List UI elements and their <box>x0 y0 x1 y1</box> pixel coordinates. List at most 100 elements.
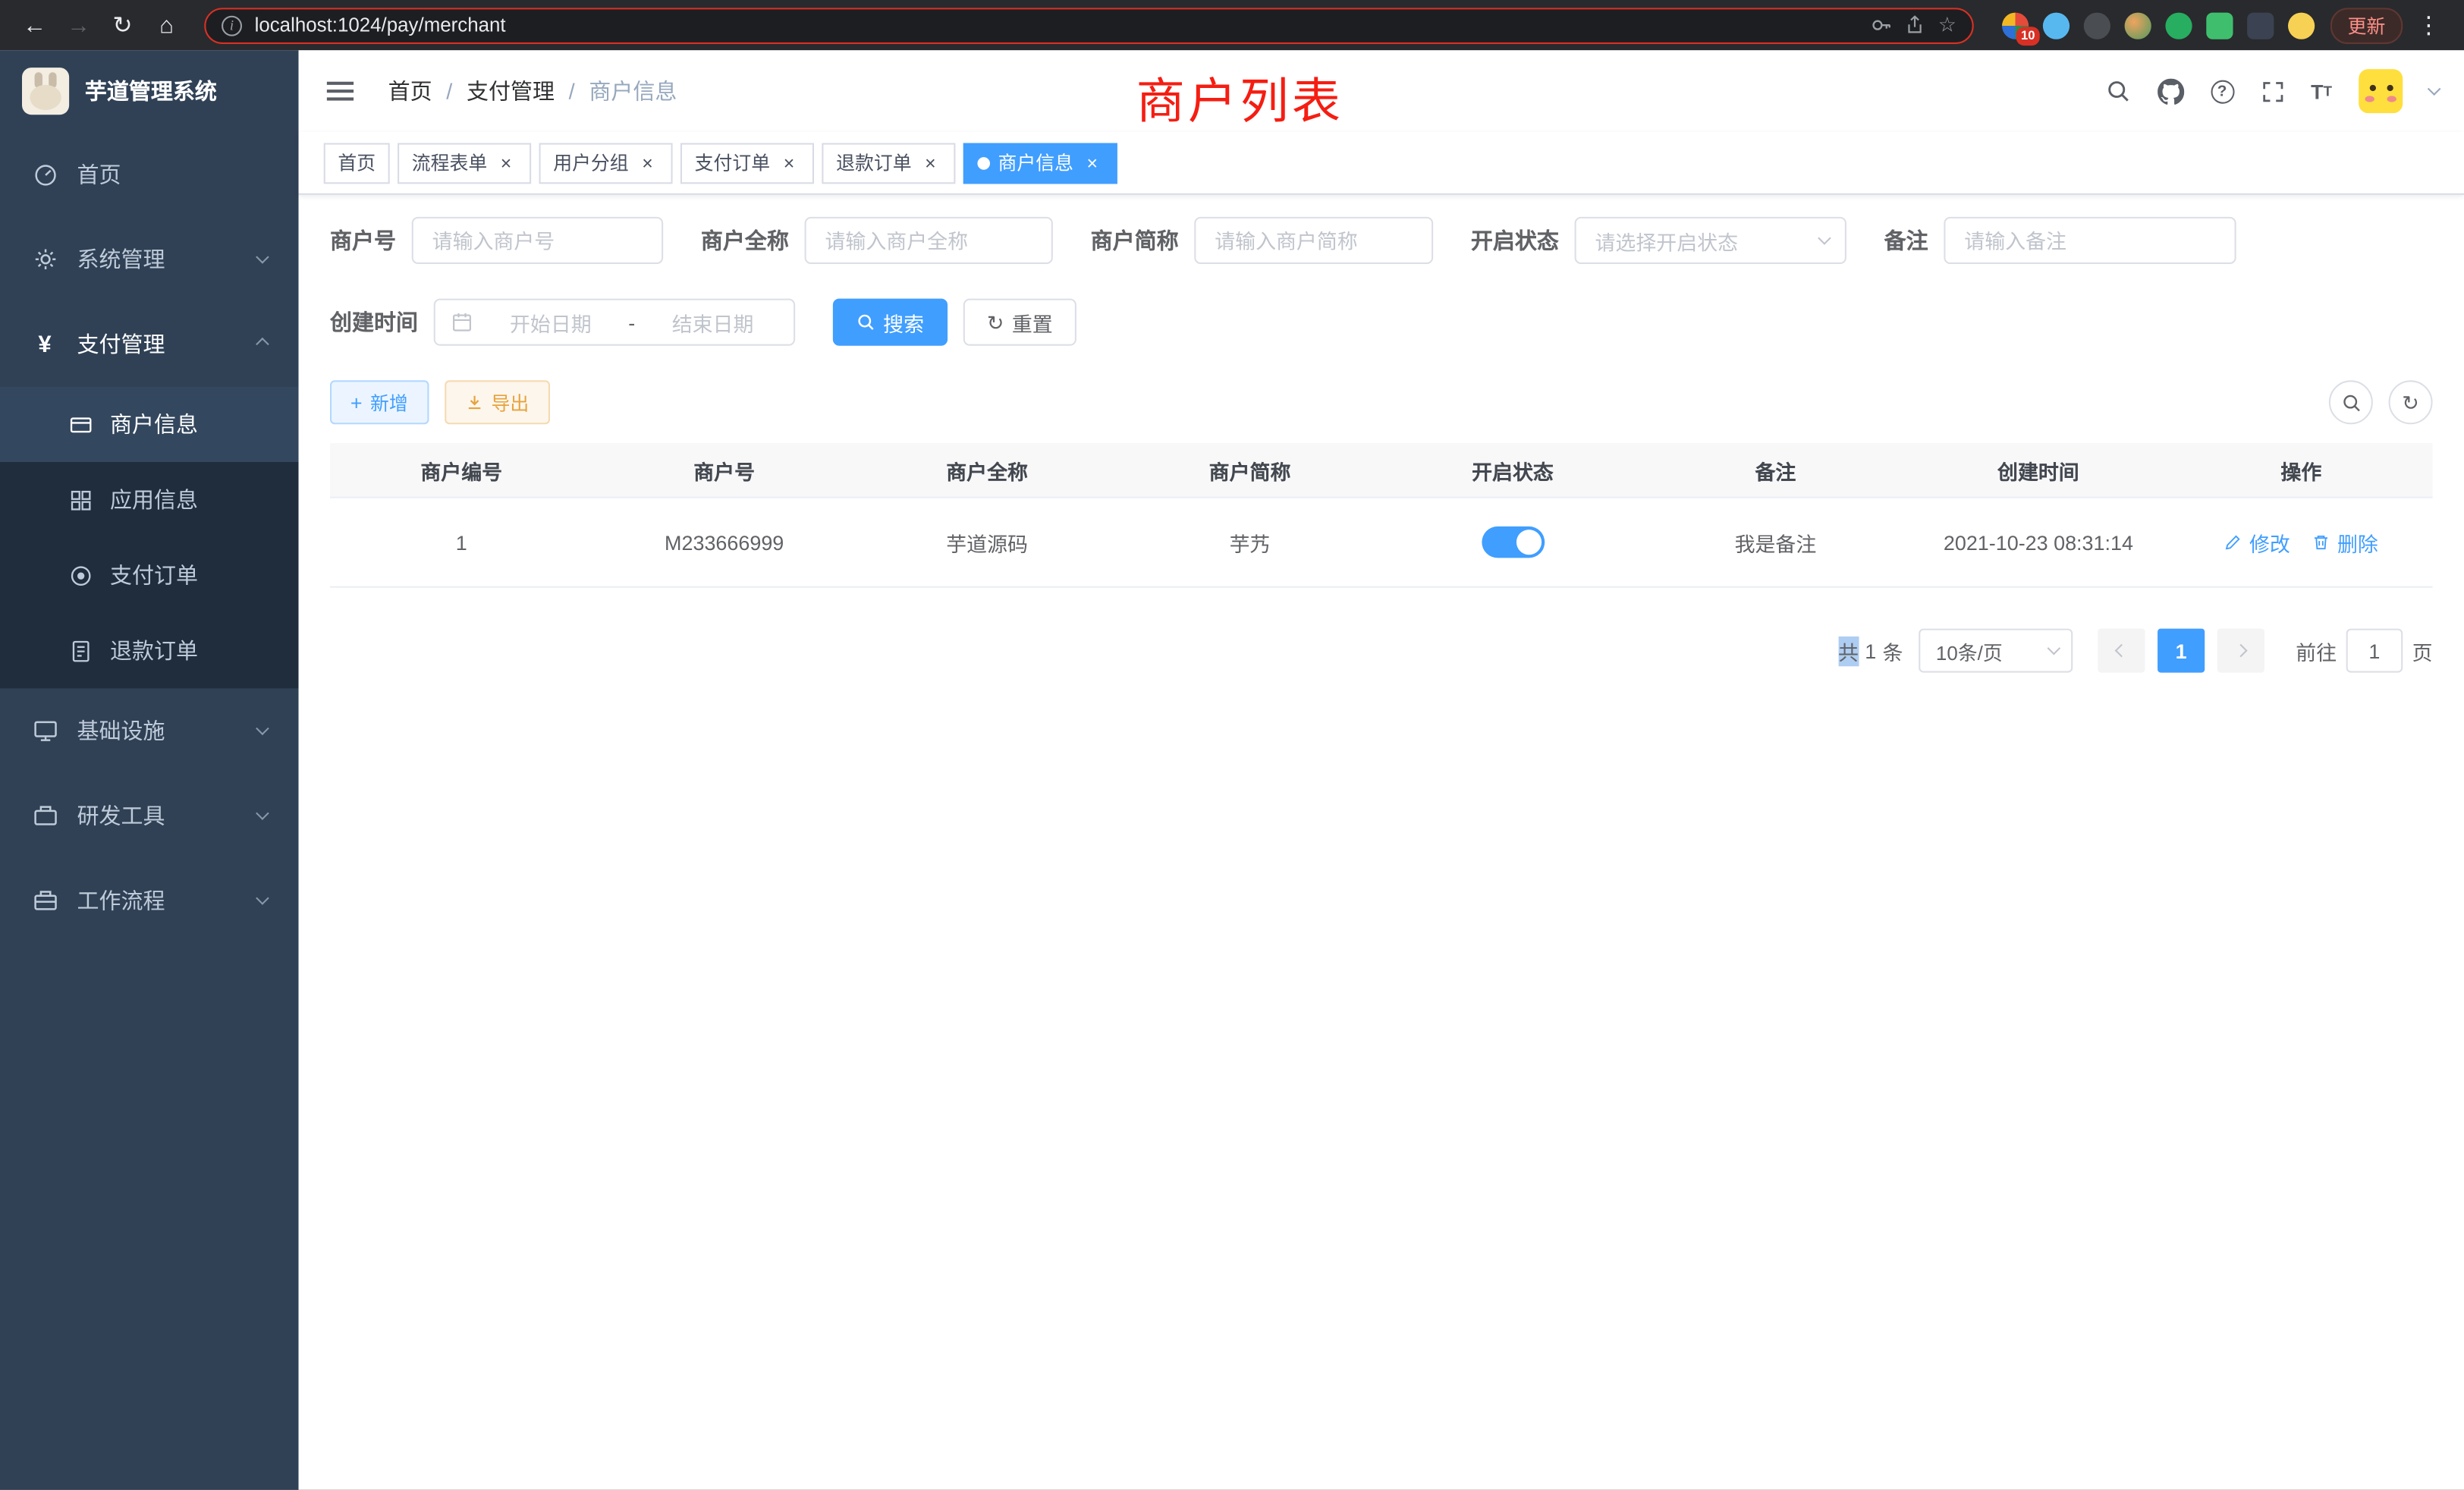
delete-link[interactable]: 删除 <box>2312 527 2378 557</box>
extension-icon-8[interactable] <box>2288 12 2315 39</box>
briefcase-icon <box>31 888 58 913</box>
sidebar-item-pay-orders[interactable]: 支付订单 <box>0 537 299 612</box>
cell-remark: 我是备注 <box>1644 498 1906 586</box>
sidebar-item-devtools[interactable]: 研发工具 <box>0 773 299 858</box>
export-button[interactable]: 导出 <box>444 380 549 424</box>
edit-link[interactable]: 修改 <box>2224 527 2290 557</box>
fullscreen-icon[interactable] <box>2261 80 2284 103</box>
trash-icon <box>2312 533 2331 552</box>
tags-view-bar: 首页 流程表单 × 用户分组 × 支付订单 × 退款订单 × <box>299 132 2464 195</box>
col-header: 商户简称 <box>1118 443 1381 496</box>
active-dot <box>978 156 991 169</box>
next-page-button[interactable] <box>2217 629 2264 673</box>
avatar-caret-icon[interactable] <box>2429 86 2438 96</box>
back-icon[interactable]: ← <box>16 6 54 44</box>
browser-menu-icon[interactable]: ⋮ <box>2409 11 2449 39</box>
chevron-down-icon <box>1818 231 1831 245</box>
tab-process-form[interactable]: 流程表单 × <box>398 142 531 183</box>
browser-update-button[interactable]: 更新 <box>2330 7 2403 43</box>
remark-input[interactable] <box>1944 217 2236 264</box>
tab-user-group[interactable]: 用户分组 × <box>539 142 673 183</box>
date-range-picker[interactable]: 开始日期 - 结束日期 <box>434 299 795 346</box>
address-bar[interactable]: i localhost:1024/pay/merchant ☆ <box>204 7 1973 43</box>
close-icon[interactable]: × <box>636 152 658 174</box>
close-icon[interactable]: × <box>1081 152 1103 174</box>
breadcrumb-separator: / <box>446 79 452 104</box>
goto-page-input[interactable] <box>2346 629 2403 673</box>
extension-icon-6[interactable] <box>2206 12 2233 39</box>
tab-merchant-info[interactable]: 商户信息 × <box>963 142 1117 183</box>
extension-icon-5[interactable] <box>2165 12 2192 39</box>
add-button[interactable]: + 新增 <box>330 380 429 424</box>
sidebar-item-infra[interactable]: 基础设施 <box>0 688 299 773</box>
card-icon <box>69 413 93 436</box>
extension-icon-3[interactable] <box>2084 12 2110 39</box>
page-1-button[interactable]: 1 <box>2158 629 2205 673</box>
extension-icon-1[interactable]: 10 <box>2002 12 2029 39</box>
chevron-down-icon <box>256 891 269 905</box>
payment-submenu: 商户信息 应用信息 支付订单 <box>0 387 299 689</box>
search-icon[interactable] <box>2105 79 2130 104</box>
date-start-input[interactable]: 开始日期 <box>486 307 616 337</box>
tab-refund-order[interactable]: 退款订单 × <box>822 142 955 183</box>
reload-icon[interactable]: ↻ <box>104 6 142 44</box>
home-icon[interactable]: ⌂ <box>148 6 186 44</box>
merchant-no-input[interactable] <box>412 217 663 264</box>
logo-rabbit-icon <box>22 68 69 115</box>
chevron-down-icon <box>256 250 269 264</box>
date-separator: - <box>628 310 635 334</box>
grid-icon <box>69 488 93 511</box>
chevron-up-icon <box>256 338 269 351</box>
cell-merchant-no: M233666999 <box>592 498 855 586</box>
share-icon[interactable] <box>1905 14 1925 36</box>
close-icon[interactable]: × <box>919 152 941 174</box>
search-button[interactable]: 搜索 <box>833 299 948 346</box>
full-name-input[interactable] <box>805 217 1053 264</box>
close-icon[interactable]: × <box>495 152 517 174</box>
breadcrumb-home[interactable]: 首页 <box>388 75 432 106</box>
show-search-button[interactable] <box>2329 380 2373 424</box>
main-content: 首页 / 支付管理 / 商户信息 商户列表 ? <box>299 50 2464 1489</box>
reset-button[interactable]: ↻ 重置 <box>963 299 1076 346</box>
sidebar-collapse-icon[interactable] <box>327 90 354 93</box>
sidebar-item-refund-orders[interactable]: 退款订单 <box>0 613 299 688</box>
sidebar-item-system[interactable]: 系统管理 <box>0 217 299 302</box>
prev-page-button[interactable] <box>2098 629 2145 673</box>
forward-icon[interactable]: → <box>60 6 98 44</box>
full-name-label: 商户全称 <box>701 225 789 256</box>
col-header: 商户号 <box>592 443 855 496</box>
sidebar-item-payment[interactable]: ¥ 支付管理 <box>0 302 299 387</box>
password-key-icon[interactable] <box>1871 14 1893 36</box>
breadcrumb-payment[interactable]: 支付管理 <box>467 75 555 106</box>
github-icon[interactable] <box>2157 78 2183 105</box>
tab-home[interactable]: 首页 <box>324 142 390 183</box>
cell-id: 1 <box>330 498 592 586</box>
tab-pay-order[interactable]: 支付订单 × <box>680 142 814 183</box>
sidebar-item-app-info[interactable]: 应用信息 <box>0 462 299 537</box>
status-select[interactable]: 请选择开启状态 <box>1575 217 1846 264</box>
date-end-input[interactable]: 结束日期 <box>648 307 778 337</box>
extension-icon-4[interactable] <box>2125 12 2151 39</box>
sidebar-item-workflow[interactable]: 工作流程 <box>0 858 299 943</box>
col-header: 商户编号 <box>330 443 592 496</box>
close-icon[interactable]: × <box>778 152 800 174</box>
col-header: 开启状态 <box>1381 443 1644 496</box>
extension-icon-2[interactable] <box>2043 12 2070 39</box>
sidebar-item-home[interactable]: 首页 <box>0 132 299 217</box>
refresh-table-button[interactable]: ↻ <box>2389 380 2433 424</box>
status-toggle[interactable] <box>1482 527 1545 558</box>
cell-short-name: 芋艿 <box>1118 498 1381 586</box>
merchant-page: 商户号 商户全称 商户简称 开启状态 请选择开启状态 <box>299 195 2464 1490</box>
app-logo: 芋道管理系统 <box>0 50 299 132</box>
page-size-select[interactable]: 10条/页 <box>1919 629 2073 673</box>
extension-icon-7[interactable] <box>2247 12 2274 39</box>
col-header: 操作 <box>2170 443 2432 496</box>
help-icon[interactable]: ? <box>2211 80 2234 103</box>
bookmark-star-icon[interactable]: ☆ <box>1938 13 1956 38</box>
sidebar-item-merchant-info[interactable]: 商户信息 <box>0 387 299 462</box>
breadcrumb-current: 商户信息 <box>589 75 677 106</box>
site-info-icon[interactable]: i <box>222 15 242 36</box>
font-size-icon[interactable]: TT <box>2311 81 2332 102</box>
user-avatar[interactable] <box>2359 69 2403 113</box>
short-name-input[interactable] <box>1194 217 1433 264</box>
